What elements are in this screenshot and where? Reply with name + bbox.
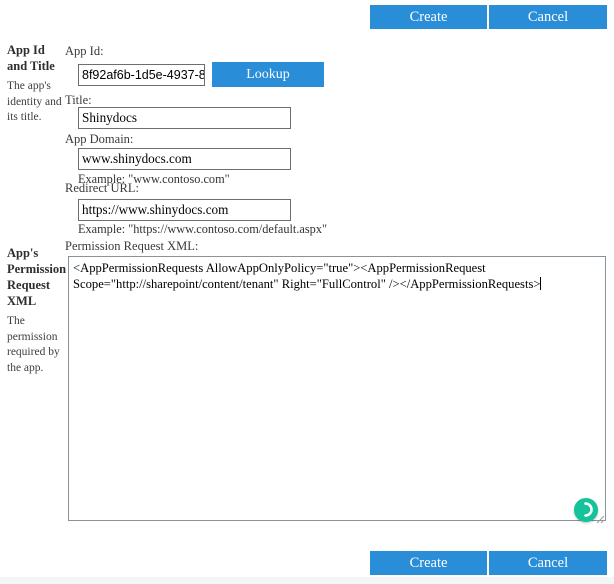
title-value: Shinydocs (82, 110, 137, 126)
section-heading: App's (7, 245, 65, 261)
section-description-line: identity and (7, 95, 65, 111)
section-description-line: The (7, 314, 65, 330)
window-bottom-strip (0, 577, 614, 584)
app-domain-label: App Domain: (65, 132, 133, 147)
section-description-line: required by (7, 345, 65, 361)
top-button-row: Create Cancel (370, 5, 607, 29)
cancel-button-bottom[interactable]: Cancel (489, 551, 607, 575)
permission-xml-textarea[interactable]: <AppPermissionRequests AllowAppOnlyPolic… (68, 256, 606, 521)
redirect-url-example: Example: "https://www.contoso.com/defaul… (78, 222, 327, 237)
section-description-line: its title. (7, 110, 65, 126)
section-heading: and Title (7, 58, 65, 74)
section-heading: XML (7, 293, 65, 309)
white-arc-glyph (574, 498, 598, 522)
app-registration-page: Create Cancel App Id and Title The app's… (0, 0, 614, 584)
redirect-url-input[interactable]: https://www.shinydocs.com (78, 199, 291, 221)
section-description-line: permission (7, 330, 65, 346)
section-heading: Request (7, 277, 65, 293)
section-description: The app's identity and its title. (7, 79, 65, 126)
cancel-button-top[interactable]: Cancel (489, 5, 607, 29)
title-label: Title: (65, 93, 92, 108)
permission-xml-label: Permission Request XML: (65, 239, 198, 254)
diagonal-grip-lines (596, 515, 605, 524)
section-app-id-and-title: App Id and Title The app's identity and … (7, 42, 65, 126)
text-caret (540, 277, 541, 290)
writing-assistant-icon[interactable] (574, 498, 598, 522)
section-heading: Permission (7, 261, 65, 277)
app-domain-input[interactable]: www.shinydocs.com (78, 148, 291, 170)
permission-xml-line: Scope="http://sharepoint/content/tenant"… (73, 276, 601, 292)
app-domain-value: www.shinydocs.com (82, 151, 192, 167)
app-id-input[interactable]: 8f92af6b-1d5e-4937-841 (78, 64, 205, 86)
section-description: The permission required by the app. (7, 314, 65, 376)
create-button-top[interactable]: Create (370, 5, 487, 29)
bottom-button-row: Create Cancel (370, 551, 607, 575)
redirect-url-label: Redirect URL: (65, 181, 139, 196)
section-description-line: The app's (7, 79, 65, 95)
section-permission-request-xml: App's Permission Request XML The permiss… (7, 245, 65, 376)
permission-xml-line: <AppPermissionRequests AllowAppOnlyPolic… (73, 260, 601, 276)
create-button-bottom[interactable]: Create (370, 551, 487, 575)
app-id-label: App Id: (65, 44, 104, 59)
resize-grip-icon[interactable] (596, 511, 605, 520)
title-input[interactable]: Shinydocs (78, 107, 291, 129)
section-heading: App Id (7, 42, 65, 58)
section-description-line: the app. (7, 361, 65, 377)
lookup-button[interactable]: Lookup (212, 62, 324, 87)
redirect-url-value: https://www.shinydocs.com (82, 202, 228, 218)
app-id-value: 8f92af6b-1d5e-4937-841 (82, 68, 205, 82)
